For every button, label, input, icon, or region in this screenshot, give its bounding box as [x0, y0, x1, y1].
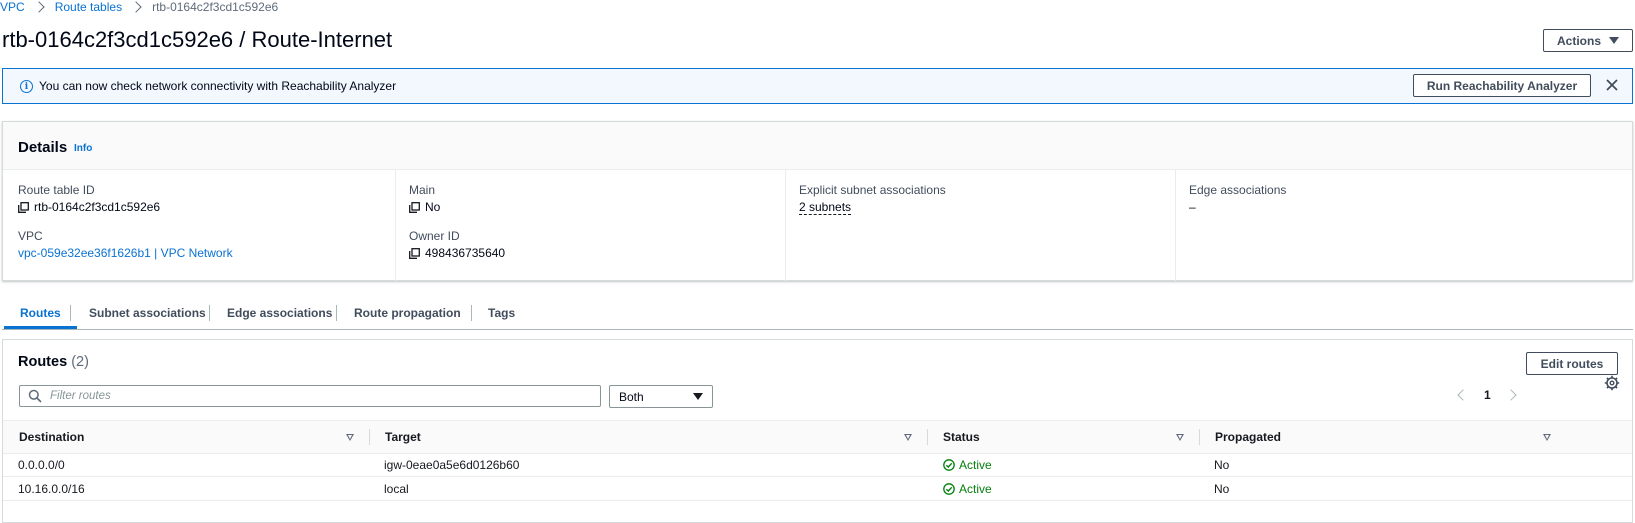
reachability-alert: i You can now check network connectivity… [2, 68, 1633, 104]
chevron-right-icon [130, 0, 142, 13]
explicit-subnet-associations-label: Explicit subnet associations [799, 183, 946, 197]
chevron-right-icon [33, 0, 45, 13]
main-label: Main [409, 183, 436, 197]
cell-status-text: Active [959, 457, 992, 472]
page-title: rtb-0164c2f3cd1c592e6 / Route-Internet [2, 27, 393, 52]
owner-id-label: Owner ID [409, 229, 460, 243]
filter-routes-input[interactable] [48, 389, 592, 403]
route-type-select-value: Both [619, 389, 644, 404]
details-column-3: Explicit subnet associations 2 subnets [785, 169, 1174, 281]
breadcrumb-current: rtb-0164c2f3cd1c592e6 [152, 0, 279, 14]
copy-icon[interactable] [409, 247, 420, 259]
sort-icon[interactable] [1543, 434, 1551, 441]
main-value: No [409, 200, 440, 214]
tab-tags[interactable]: Tags [472, 297, 531, 328]
owner-id-value: 498436735640 [409, 246, 505, 260]
filter-routes-field[interactable] [19, 385, 601, 407]
route-table-id-text: rtb-0164c2f3cd1c592e6 [34, 200, 161, 214]
cell-destination: 0.0.0.0/0 [18, 457, 65, 472]
cell-propagated: No [1214, 457, 1230, 472]
edge-associations-label: Edge associations [1189, 183, 1287, 197]
details-column-4: Edge associations – [1175, 169, 1633, 281]
details-title: Details [18, 139, 68, 156]
details-column-2: Main No Owner ID 498436735640 [395, 169, 784, 281]
close-icon[interactable] [1602, 75, 1622, 95]
cell-propagated: No [1214, 481, 1230, 496]
column-header-target[interactable]: Target [385, 421, 421, 453]
pagination: 1 [1457, 388, 1517, 402]
tab-bar: Routes Subnet associations Edge associat… [2, 297, 1633, 330]
column-separator [369, 429, 370, 445]
routes-title: Routes (2) [18, 354, 89, 370]
caret-down-icon [693, 393, 703, 400]
routes-title-text: Routes [18, 354, 68, 370]
sort-icon[interactable] [1176, 434, 1184, 441]
copy-icon[interactable] [409, 201, 420, 213]
sort-icon[interactable] [904, 434, 912, 441]
route-table-id-value: rtb-0164c2f3cd1c592e6 [18, 200, 160, 214]
actions-button-label: Actions [1556, 33, 1601, 48]
tab-subnet-associations[interactable]: Subnet associations [73, 297, 222, 328]
route-table-id-label: Route table ID [18, 183, 95, 197]
cell-status: Active [943, 453, 992, 476]
breadcrumb: VPC Route tables rtb-0164c2f3cd1c592e6 [0, 0, 279, 14]
chevron-right-icon[interactable] [1505, 389, 1517, 401]
main-text: No [425, 200, 441, 214]
cell-status-text: Active [959, 481, 992, 496]
tab-route-propagation[interactable]: Route propagation [338, 297, 477, 328]
gear-icon[interactable] [1604, 375, 1620, 391]
cell-status: Active [943, 477, 992, 500]
copy-icon[interactable] [18, 201, 29, 213]
route-type-select[interactable]: Both [609, 385, 713, 408]
edge-associations-value: – [1189, 200, 1196, 214]
cell-target: local [384, 481, 409, 496]
tab-divider [209, 305, 210, 321]
page-number[interactable]: 1 [1484, 388, 1491, 402]
actions-button[interactable]: Actions [1543, 29, 1633, 52]
details-panel: Details Info Route table ID rtb-0164c2f3… [2, 121, 1633, 281]
table-row: 0.0.0.0/0 igw-0eae0a5e6d0126b60 Active N… [3, 453, 1632, 477]
edit-routes-button[interactable]: Edit routes [1526, 352, 1618, 375]
explicit-subnet-associations-value[interactable]: 2 subnets [799, 200, 852, 215]
cell-target-link[interactable]: igw-0eae0a5e6d0126b60 [384, 453, 519, 476]
column-separator [1199, 429, 1200, 445]
run-reachability-analyzer-label: Run Reachability Analyzer [1426, 78, 1578, 93]
routes-count: (2) [71, 354, 89, 370]
table-row: 10.16.0.0/16 local Active No [3, 477, 1632, 501]
routes-panel: Routes (2) Edit routes Both 1 Destinatio… [2, 339, 1633, 523]
tab-routes[interactable]: Routes [4, 297, 77, 329]
breadcrumb-route-tables-link[interactable]: Route tables [55, 0, 122, 14]
details-header: Details Info [3, 122, 1632, 170]
info-link[interactable]: Info [74, 143, 92, 154]
breadcrumb-vpc-link[interactable]: VPC [0, 0, 25, 14]
chevron-left-icon[interactable] [1457, 389, 1469, 401]
vpc-label: VPC [18, 229, 43, 243]
status-check-icon [943, 482, 955, 495]
column-header-propagated[interactable]: Propagated [1215, 421, 1281, 453]
tab-edge-associations[interactable]: Edge associations [211, 297, 348, 328]
edit-routes-label: Edit routes [1540, 356, 1604, 371]
owner-id-text: 498436735640 [425, 246, 506, 260]
vpc-link[interactable]: vpc-059e32ee36f1626b1 | VPC Network [18, 246, 233, 260]
column-header-destination[interactable]: Destination [19, 421, 84, 453]
caret-down-icon [1609, 37, 1619, 44]
details-column-1: Route table ID rtb-0164c2f3cd1c592e6 VPC… [3, 169, 393, 281]
sort-icon[interactable] [346, 434, 354, 441]
cell-destination: 10.16.0.0/16 [18, 481, 85, 496]
run-reachability-analyzer-button[interactable]: Run Reachability Analyzer [1413, 74, 1591, 97]
column-header-status[interactable]: Status [943, 421, 980, 453]
routes-table-header: Destination Target Status Propagated [3, 420, 1632, 454]
search-icon [28, 389, 42, 403]
column-separator [927, 429, 928, 445]
explicit-subnets-text[interactable]: 2 subnets [799, 200, 852, 215]
status-check-icon [943, 458, 955, 471]
tab-divider [70, 305, 71, 321]
alert-message: You can now check network connectivity w… [39, 79, 397, 93]
info-icon: i [20, 80, 33, 93]
tab-divider [336, 305, 337, 321]
